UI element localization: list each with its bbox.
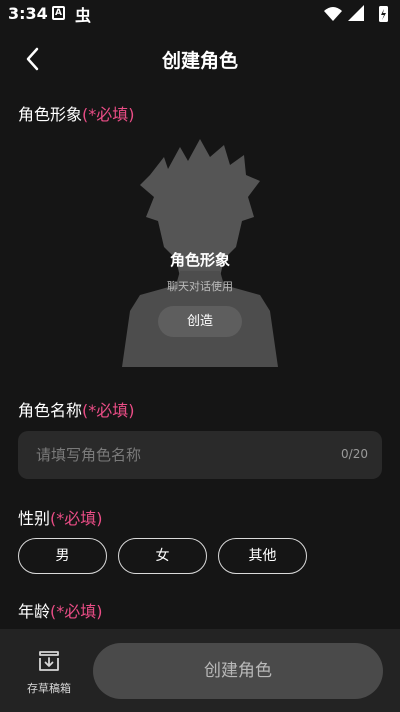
wifi-icon	[324, 7, 342, 21]
name-input[interactable]	[18, 431, 318, 479]
required-mark: (*必填)	[82, 401, 135, 420]
gender-options: 男 女 其他	[18, 538, 382, 574]
avatar-card-title: 角色形象	[169, 251, 230, 269]
notification-a-icon: A	[52, 6, 65, 20]
avatar-label-text: 角色形象	[18, 105, 83, 124]
save-draft-label: 存草稿箱	[27, 682, 71, 695]
age-label-text: 年龄	[18, 602, 51, 621]
gender-option-other[interactable]: 其他	[218, 538, 307, 574]
draft-box-icon	[39, 651, 59, 671]
save-draft-button[interactable]: 存草稿箱	[20, 645, 78, 699]
app-bar: 创建角色	[0, 38, 400, 80]
required-mark: (*必填)	[50, 602, 103, 621]
signal-icon	[348, 5, 364, 21]
name-section-label: 角色名称(*必填)	[18, 397, 135, 421]
gender-option-female[interactable]: 女	[118, 538, 207, 574]
bottom-bar: 存草稿箱 创建角色	[0, 629, 400, 712]
gender-section-label: 性别(*必填)	[18, 505, 103, 529]
status-icons	[324, 5, 388, 22]
name-field[interactable]: 0/20	[18, 431, 382, 479]
avatar-section-label: 角色形象(*必填)	[18, 101, 135, 125]
page-title: 创建角色	[161, 50, 238, 72]
avatar-card-subtitle: 聊天对话使用	[167, 280, 233, 293]
notification-bug-icon: 虫	[75, 6, 92, 25]
required-mark: (*必填)	[82, 105, 135, 124]
required-mark: (*必填)	[50, 509, 103, 528]
status-time: 3:34	[8, 4, 48, 23]
status-bar: 3:34 A 虫	[0, 0, 400, 28]
gender-label-text: 性别	[18, 509, 51, 528]
create-role-button[interactable]: 创建角色	[93, 643, 383, 699]
age-section-label: 年龄(*必填)	[18, 598, 103, 622]
create-avatar-button[interactable]: 创造	[158, 306, 242, 337]
gender-option-male[interactable]: 男	[18, 538, 107, 574]
name-label-text: 角色名称	[18, 401, 83, 420]
name-char-counter: 0/20	[341, 447, 368, 461]
